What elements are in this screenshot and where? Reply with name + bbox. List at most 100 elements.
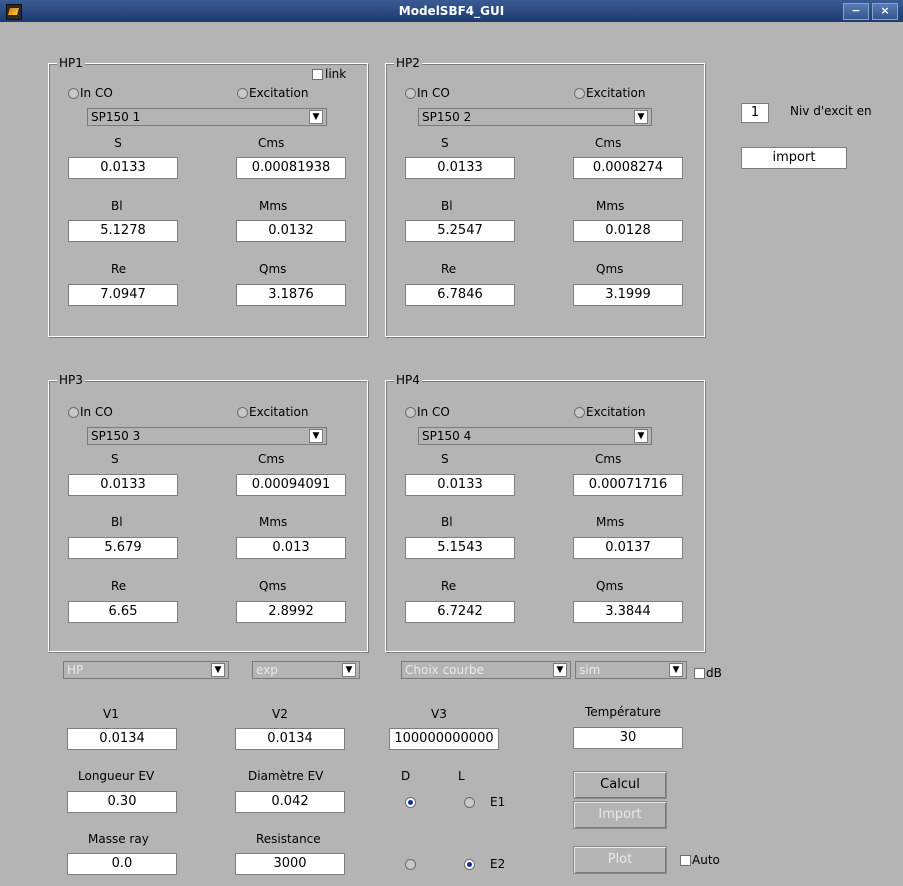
- radio-l-e1[interactable]: [464, 797, 475, 808]
- label-mms: Mms: [596, 199, 625, 213]
- hp-select[interactable]: HP ▼: [63, 661, 229, 679]
- bl-field[interactable]: 5.679: [68, 537, 178, 559]
- label-masse-ray: Masse ray: [88, 832, 149, 846]
- chevron-down-icon: ▼: [634, 110, 648, 124]
- panel-title-hp2: HP2: [394, 56, 422, 70]
- db-checkbox[interactable]: [694, 668, 705, 679]
- chevron-down-icon: ▼: [309, 429, 323, 443]
- link-label: link: [325, 67, 347, 81]
- re-field[interactable]: 7.0947: [68, 284, 178, 306]
- radio-l-e2[interactable]: [464, 859, 475, 870]
- choix-courbe-select[interactable]: Choix courbe ▼: [401, 661, 571, 679]
- qms-field[interactable]: 3.1999: [573, 284, 683, 306]
- radio-in-co[interactable]: [68, 407, 79, 418]
- s-field[interactable]: 0.0133: [68, 474, 178, 496]
- label-e1: E1: [490, 795, 506, 809]
- chevron-down-icon: ▼: [669, 663, 683, 677]
- radio-d-e1[interactable]: [405, 797, 416, 808]
- label-s: S: [111, 452, 119, 466]
- link-checkbox[interactable]: [312, 69, 323, 80]
- exp-select[interactable]: exp ▼: [252, 661, 360, 679]
- panel-title-hp4: HP4: [394, 373, 422, 387]
- niv-excit-field[interactable]: 1: [741, 103, 769, 123]
- s-field[interactable]: 0.0133: [68, 157, 178, 179]
- panel-title-hp3: HP3: [57, 373, 85, 387]
- v2-field[interactable]: 0.0134: [235, 728, 345, 750]
- bl-field[interactable]: 5.1543: [405, 537, 515, 559]
- label-v3: V3: [431, 707, 447, 721]
- mms-field[interactable]: 0.0132: [236, 220, 346, 242]
- label-v2: V2: [272, 707, 288, 721]
- mms-field[interactable]: 0.0128: [573, 220, 683, 242]
- radio-in-co-label: In CO: [80, 86, 113, 100]
- diametre-ev-field[interactable]: 0.042: [235, 791, 345, 813]
- radio-in-co[interactable]: [405, 88, 416, 99]
- label-d: D: [401, 769, 411, 783]
- radio-excitation-label: Excitation: [249, 405, 309, 419]
- db-label: dB: [706, 666, 722, 680]
- label-mms: Mms: [596, 515, 625, 529]
- qms-field[interactable]: 2.8992: [236, 601, 346, 623]
- v1-field[interactable]: 0.0134: [67, 728, 177, 750]
- label-e2: E2: [490, 857, 506, 871]
- speaker-select[interactable]: SP150 2 ▼: [418, 108, 652, 126]
- sim-select[interactable]: sim ▼: [575, 661, 687, 679]
- bl-field[interactable]: 5.2547: [405, 220, 515, 242]
- bl-field[interactable]: 5.1278: [68, 220, 178, 242]
- label-qms: Qms: [259, 579, 287, 593]
- import-button[interactable]: Import: [573, 801, 667, 829]
- auto-checkbox[interactable]: [680, 855, 691, 866]
- radio-in-co[interactable]: [405, 407, 416, 418]
- import-top-button[interactable]: import: [741, 147, 847, 169]
- panel-title-hp1: HP1: [57, 56, 85, 70]
- re-field[interactable]: 6.65: [68, 601, 178, 623]
- longueur-ev-field[interactable]: 0.30: [67, 791, 177, 813]
- radio-excitation[interactable]: [574, 407, 585, 418]
- mms-field[interactable]: 0.0137: [573, 537, 683, 559]
- temperature-field[interactable]: 30: [573, 727, 683, 749]
- cms-field[interactable]: 0.00094091: [236, 474, 346, 496]
- label-resistance: Resistance: [256, 832, 321, 846]
- cms-field[interactable]: 0.00081938: [236, 157, 346, 179]
- chevron-down-icon: ▼: [211, 663, 225, 677]
- chevron-down-icon: ▼: [553, 663, 567, 677]
- re-field[interactable]: 6.7242: [405, 601, 515, 623]
- label-l: L: [458, 769, 465, 783]
- minimize-button[interactable]: −: [843, 3, 869, 20]
- speaker-select-value: SP150 3: [91, 429, 141, 443]
- radio-excitation[interactable]: [237, 88, 248, 99]
- s-field[interactable]: 0.0133: [405, 474, 515, 496]
- cms-field[interactable]: 0.00071716: [573, 474, 683, 496]
- mms-field[interactable]: 0.013: [236, 537, 346, 559]
- radio-excitation-label: Excitation: [586, 86, 646, 100]
- speaker-select[interactable]: SP150 4 ▼: [418, 427, 652, 445]
- radio-excitation[interactable]: [237, 407, 248, 418]
- label-qms: Qms: [596, 262, 624, 276]
- window-title: ModelSBF4_GUI: [398, 4, 505, 18]
- resistance-field[interactable]: 3000: [235, 853, 345, 875]
- label-bl: Bl: [111, 199, 123, 213]
- speaker-select[interactable]: SP150 3 ▼: [87, 427, 327, 445]
- radio-excitation[interactable]: [574, 88, 585, 99]
- label-re: Re: [111, 262, 127, 276]
- cms-field[interactable]: 0.0008274: [573, 157, 683, 179]
- v3-field[interactable]: 100000000000: [389, 728, 499, 750]
- s-field[interactable]: 0.0133: [405, 157, 515, 179]
- qms-field[interactable]: 3.3844: [573, 601, 683, 623]
- radio-d-e2[interactable]: [405, 859, 416, 870]
- chevron-down-icon: ▼: [634, 429, 648, 443]
- close-button[interactable]: ×: [872, 3, 898, 20]
- qms-field[interactable]: 3.1876: [236, 284, 346, 306]
- speaker-select-value: SP150 4: [422, 429, 472, 443]
- label-bl: Bl: [441, 515, 453, 529]
- plot-button[interactable]: Plot: [573, 846, 667, 874]
- re-field[interactable]: 6.7846: [405, 284, 515, 306]
- radio-in-co[interactable]: [68, 88, 79, 99]
- speaker-select[interactable]: SP150 1 ▼: [87, 108, 327, 126]
- masse-ray-field[interactable]: 0.0: [67, 853, 177, 875]
- panel-hp1: HP1 link In CO Excitation SP150 1 ▼ S Cm…: [48, 56, 368, 337]
- hp-select-value: HP: [67, 663, 84, 677]
- calcul-button[interactable]: Calcul: [573, 771, 667, 799]
- chevron-down-icon: ▼: [342, 663, 356, 677]
- panel-hp3: HP3 In CO Excitation SP150 3 ▼ S Cms 0.0…: [48, 373, 368, 652]
